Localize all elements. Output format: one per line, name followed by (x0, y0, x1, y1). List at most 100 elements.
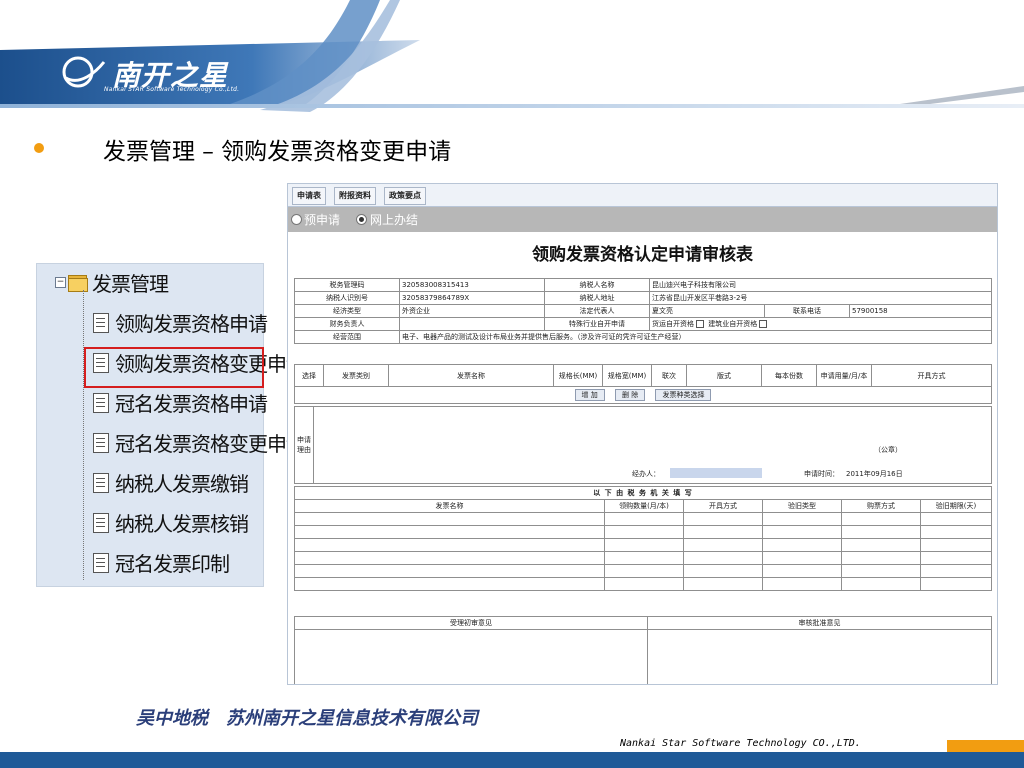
col-usage: 申请用量/月/本 (816, 364, 872, 387)
delete-button[interactable]: 删 除 (615, 389, 646, 401)
seal-label: （公章） (874, 446, 902, 454)
tab-application[interactable]: 申请表 (292, 187, 326, 205)
col-per-book: 每本份数 (761, 364, 817, 387)
footer-company: 吴中地税 苏州南开之星信息技术有限公司 (136, 708, 478, 729)
col-select: 选择 (294, 364, 324, 387)
scope-label: 经营范围 (294, 330, 400, 344)
tree-item-named-change[interactable]: 冠名发票资格变更申请 (93, 428, 306, 457)
tax-code-label: 税务管理码 (294, 278, 400, 292)
pre-apply-label: 预申请 (304, 213, 341, 227)
footer-company-en: Nankai Star Software Technology CO.,LTD. (620, 738, 861, 749)
opinion-table: 受理初审意见 审核批准意见 (294, 616, 992, 684)
pre-apply-radio[interactable] (291, 214, 302, 225)
tree-item-label: 冠名发票印制 (115, 552, 230, 576)
apply-date-value: 2011年09月16日 (846, 470, 903, 478)
document-icon (93, 472, 109, 493)
document-icon (93, 512, 109, 533)
approve-opinion-area[interactable] (647, 629, 992, 684)
phone-value[interactable]: 57900158 (849, 304, 992, 318)
tree-item-label: 纳税人发票缴销 (115, 472, 249, 496)
tree-item-label: 冠名发票资格变更申请 (115, 432, 306, 456)
table-row (294, 538, 992, 552)
phone-label: 联系电话 (764, 304, 850, 318)
online-complete-radio[interactable] (356, 214, 367, 225)
table-row (294, 577, 992, 591)
econ-type-label: 经济类型 (294, 304, 400, 318)
col-copies: 联次 (651, 364, 687, 387)
tree-guide-line (83, 290, 85, 580)
taxpayer-id-value[interactable]: 320583798647​89X (399, 291, 545, 305)
document-icon (93, 432, 109, 453)
table-row (294, 551, 992, 565)
footer-bar (0, 752, 1024, 768)
selected-item-highlight (84, 347, 264, 388)
initial-opinion-label: 受理初审意见 (294, 616, 648, 630)
nav-tree: − 发票管理 领购发票资格申请 领购发票资格变更申请 冠名发票资格申请 冠名发票… (36, 263, 306, 587)
econ-type-value[interactable]: 外资企业 (399, 304, 545, 318)
tax-col-invoice-name: 发票名称 (294, 499, 605, 513)
reason-label: 申请理由 (294, 406, 314, 484)
col-width: 规格宽(MM) (602, 364, 652, 387)
add-button[interactable]: 增 加 (574, 389, 605, 401)
folder-icon (68, 274, 88, 292)
table-row (294, 525, 992, 539)
freight-checkbox[interactable] (696, 320, 704, 328)
table-row (294, 564, 992, 578)
handler-label: 经办人： (632, 470, 660, 478)
tab-bar: 申请表 附报资料 政策要点 (288, 184, 997, 207)
taxpayer-info-table: 税务管理码 320583008315413 纳税人名称 昆山迪兴电子科技有限公司… (294, 278, 992, 344)
form-title: 领购发票资格认定申请审核表 (532, 245, 753, 265)
tree-root-label: 发票管理 (92, 272, 169, 296)
mode-bar: 预申请 网上办结 (288, 207, 997, 232)
tax-col-issue: 开具方式 (683, 499, 763, 513)
tax-col-quantity: 领购数量(月/本) (604, 499, 684, 513)
tax-col-verify-type: 验旧类型 (762, 499, 842, 513)
tree-item-invoice-cancel[interactable]: 纳税人发票缴销 (93, 468, 249, 497)
col-category: 发票类别 (323, 364, 389, 387)
tree-item-named-apply[interactable]: 冠名发票资格申请 (93, 388, 268, 417)
tab-policy[interactable]: 政策要点 (384, 187, 426, 205)
table-row (294, 512, 992, 526)
legal-rep-label: 法定代表人 (544, 304, 650, 318)
tree-item-label: 冠名发票资格申请 (115, 392, 268, 416)
col-format: 版式 (686, 364, 762, 387)
construction-checkbox[interactable] (759, 320, 768, 328)
slide-title: 发票管理 – 领购发票资格变更申请 (103, 139, 452, 165)
taxpayer-addr-label: 纳税人地址 (544, 291, 650, 305)
document-icon (93, 392, 109, 413)
reason-table: 申请理由 （公章） 经办人： 申请时间： 2011年09月16日 (294, 406, 992, 484)
scope-value[interactable]: 电子、电器产品的测试及设计布局业务并提供售后服务。（涉及许可证的凭许可证生产经营… (399, 330, 992, 344)
select-invoice-type-button[interactable]: 发票种类选择 (655, 389, 712, 401)
taxpayer-name-value[interactable]: 昆山迪兴电子科技有限公司 (649, 278, 992, 292)
tree-item-label: 纳税人发票核销 (115, 512, 249, 536)
tree-item-named-print[interactable]: 冠名发票印制 (93, 548, 230, 577)
reason-area[interactable]: （公章） 经办人： 申请时间： 2011年09月16日 (313, 406, 992, 484)
expand-toggle-icon[interactable]: − (55, 277, 66, 288)
invoice-actions: 增 加 删 除 发票种类选择 (294, 386, 992, 404)
finance-value[interactable] (399, 317, 545, 331)
tab-attachments[interactable]: 附报资料 (334, 187, 376, 205)
document-icon (93, 312, 109, 333)
tax-code-value[interactable]: 320583008315413 (399, 278, 545, 292)
tax-col-verify-days: 验旧期限(天) (920, 499, 992, 513)
col-issue-method: 开具方式 (871, 364, 992, 387)
taxpayer-id-label: 纳税人识别号 (294, 291, 400, 305)
col-invoice-name: 发票名称 (388, 364, 554, 387)
apply-date-label: 申请时间： (804, 470, 839, 478)
tax-section-title: 以 下 由 税 务 机 关 填 写 (294, 486, 992, 500)
tree-item-lead-apply[interactable]: 领购发票资格申请 (93, 308, 268, 337)
invoice-table: 选择 发票类别 发票名称 规格长(MM) 规格宽(MM) 联次 版式 每本份数 … (294, 364, 992, 404)
special-label: 特殊行业自开申请 (544, 317, 650, 331)
approve-opinion-label: 审核批准意见 (647, 616, 992, 630)
taxpayer-addr-value[interactable]: 江苏省昆山开发区平巷路3-2号 (649, 291, 992, 305)
legal-rep-value[interactable]: 夏文亮 (649, 304, 765, 318)
special-options: 货运自开资格 建筑业自开资格 (649, 317, 992, 331)
tax-authority-table: 以 下 由 税 务 机 关 填 写 发票名称 领购数量(月/本) 开具方式 验旧… (294, 486, 992, 591)
tree-root[interactable]: − 发票管理 (55, 268, 169, 297)
tree-item-label: 领购发票资格申请 (115, 312, 268, 336)
finance-label: 财务负责人 (294, 317, 400, 331)
initial-opinion-area[interactable] (294, 629, 648, 684)
handler-input[interactable] (670, 468, 762, 478)
freight-option-label: 货运自开资格 (652, 320, 694, 328)
tree-item-invoice-verify[interactable]: 纳税人发票核销 (93, 508, 249, 537)
